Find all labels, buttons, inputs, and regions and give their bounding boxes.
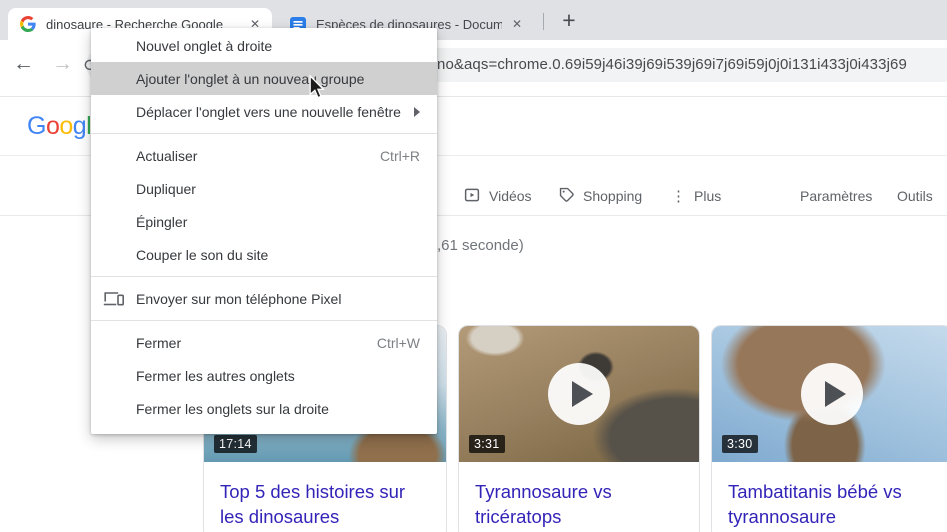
menu-item-pin[interactable]: Épingler: [91, 205, 437, 238]
logo-letter: o: [45, 112, 60, 140]
settings-label: Paramètres: [800, 188, 873, 204]
tab-more-label: Plus: [694, 188, 722, 204]
menu-item-duplicate[interactable]: Dupliquer: [91, 172, 437, 205]
tools-label: Outils: [897, 188, 933, 204]
menu-item-add-to-new-group[interactable]: Ajouter l'onglet à un nouveau groupe: [91, 62, 437, 95]
tab-videos[interactable]: Vidéos: [463, 186, 532, 206]
tab-shopping-label: Shopping: [583, 188, 643, 204]
more-icon: ⋮: [671, 188, 686, 205]
menu-item-label: Déplacer l'onglet vers une nouvelle fenê…: [136, 103, 401, 120]
tab-more[interactable]: ⋮ Plus: [671, 186, 721, 206]
video-card[interactable]: 3:30 Tambatitanis bébé vs tyrannosaure: [711, 325, 947, 532]
videos-icon: [463, 186, 481, 207]
tab-shopping[interactable]: Shopping: [558, 186, 642, 206]
menu-item-label: Couper le son du site: [136, 246, 269, 263]
logo-letter: g: [72, 112, 87, 140]
mouse-cursor: [308, 74, 325, 104]
back-icon[interactable]: ←: [13, 53, 34, 74]
video-title-link[interactable]: Tambatitanis bébé vs tyrannosaure: [712, 462, 947, 529]
settings-link[interactable]: Paramètres: [800, 186, 872, 206]
new-tab-button[interactable]: +: [555, 6, 583, 34]
play-icon[interactable]: [801, 363, 863, 425]
shopping-tag-icon: [558, 186, 575, 206]
url-text[interactable]: no&aqs=chrome.0.69i59j46i39j69i539j69i7j…: [437, 48, 947, 82]
menu-shortcut: Ctrl+R: [379, 147, 420, 164]
menu-item-label: Fermer les onglets sur la droite: [136, 400, 329, 417]
tools-link[interactable]: Outils: [897, 186, 933, 206]
menu-item-label: Ajouter l'onglet à un nouveau groupe: [136, 70, 365, 87]
menu-item-label: Dupliquer: [136, 180, 196, 197]
menu-separator: [91, 133, 437, 134]
video-title-link[interactable]: Top 5 des histoires sur les dinosaures: [204, 462, 446, 529]
menu-item-send-to-phone[interactable]: Envoyer sur mon téléphone Pixel: [91, 282, 437, 315]
video-thumbnail[interactable]: 3:30: [712, 326, 947, 462]
video-card[interactable]: 3:31 Tyrannosaure vs tricératops: [458, 325, 700, 532]
menu-item-label: Épingler: [136, 213, 188, 230]
menu-separator: [91, 320, 437, 321]
video-thumbnail[interactable]: 3:31: [459, 326, 699, 462]
menu-item-close[interactable]: Fermer Ctrl+W: [91, 326, 437, 359]
menu-item-reload[interactable]: Actualiser Ctrl+R: [91, 139, 437, 172]
forward-icon: →: [52, 52, 73, 75]
menu-item-mute-site[interactable]: Couper le son du site: [91, 238, 437, 271]
devices-icon: [103, 291, 124, 310]
menu-item-move-to-new-window[interactable]: Déplacer l'onglet vers une nouvelle fenê…: [91, 95, 437, 128]
browser-window: dinosaure - Recherche Google ✕ Espèces d…: [0, 0, 947, 532]
menu-item-close-right[interactable]: Fermer les onglets sur la droite: [91, 392, 437, 425]
video-title-link[interactable]: Tyrannosaure vs tricératops: [459, 462, 699, 529]
menu-item-close-others[interactable]: Fermer les autres onglets: [91, 359, 437, 392]
tab-separator: [543, 13, 544, 30]
close-tab-icon[interactable]: ✕: [508, 15, 526, 33]
logo-letter: G: [27, 112, 46, 140]
result-stats: ,61 seconde): [437, 237, 524, 254]
menu-item-new-tab-right[interactable]: Nouvel onglet à droite: [91, 29, 437, 62]
google-favicon-icon: [20, 16, 36, 32]
logo-letter: o: [59, 112, 73, 140]
video-duration: 3:30: [722, 435, 758, 453]
menu-shortcut: Ctrl+W: [376, 334, 420, 351]
menu-item-label: Envoyer sur mon téléphone Pixel: [136, 290, 342, 307]
menu-item-label: Actualiser: [136, 147, 198, 164]
video-duration: 3:31: [469, 435, 505, 453]
menu-item-label: Fermer: [136, 334, 182, 351]
video-duration: 17:14: [214, 435, 257, 453]
menu-item-label: Fermer les autres onglets: [136, 367, 295, 384]
menu-separator: [91, 276, 437, 277]
tab-videos-label: Vidéos: [489, 188, 532, 204]
submenu-arrow-icon: [414, 106, 420, 117]
menu-item-label: Nouvel onglet à droite: [136, 37, 273, 54]
play-icon[interactable]: [548, 363, 610, 425]
tab-context-menu: Nouvel onglet à droite Ajouter l'onglet …: [91, 28, 437, 434]
